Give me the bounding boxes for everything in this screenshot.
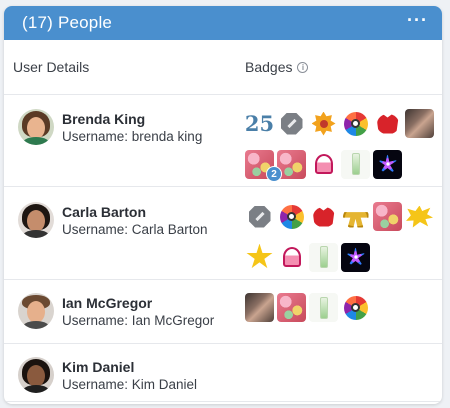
user-details: Kim Daniel Username: Kim Daniel [4, 357, 245, 401]
user-name[interactable]: Ian McGregor [62, 294, 214, 312]
user-username: Username: brenda king [62, 129, 203, 144]
column-header-user-details: User Details [13, 59, 90, 75]
table-header: User Details Badges i [4, 40, 442, 95]
badge-list [245, 357, 435, 401]
user-name[interactable]: Carla Barton [62, 203, 208, 221]
user-username: Username: Carla Barton [62, 222, 208, 237]
red-rose-badge-icon[interactable] [309, 202, 338, 231]
more-badges-count-badge[interactable]: 2 [266, 166, 282, 182]
gray-octagon-badge-icon[interactable] [277, 109, 306, 138]
user-details: Ian McGregor Username: Ian McGregor [4, 293, 245, 343]
panel-header: (17) People ··· [4, 6, 442, 40]
cake-badge-icon[interactable] [309, 149, 338, 179]
purple-burst-badge-icon[interactable] [373, 149, 402, 179]
table-row: Carla Barton Username: Carla Barton [4, 187, 442, 280]
purple-burst-badge-icon[interactable] [341, 242, 370, 272]
user-details: Carla Barton Username: Carla Barton [4, 202, 245, 279]
badge-list [245, 202, 435, 279]
gray-octagon-badge-icon[interactable] [245, 202, 274, 231]
photo-badge-icon[interactable] [245, 293, 274, 322]
table-row: Kim Daniel Username: Kim Daniel [4, 344, 442, 402]
bam-badge-icon[interactable] [405, 202, 434, 231]
red-rose-badge-icon[interactable] [373, 109, 402, 138]
rainbow-flower-badge-icon[interactable] [277, 202, 306, 231]
user-name[interactable]: Brenda King [62, 110, 202, 128]
gold-flower-badge-icon[interactable] [309, 109, 338, 138]
column-header-badges: Badges i [245, 59, 309, 75]
avatar[interactable] [18, 357, 54, 393]
gold-belt-badge-icon[interactable] [341, 202, 370, 231]
badge-list [245, 293, 435, 343]
table-row: Brenda King Username: brenda king 25 [4, 95, 442, 187]
candy-badge-icon[interactable] [277, 293, 306, 322]
rainbow-flower-badge-icon[interactable] [341, 293, 370, 322]
glass-badge-icon[interactable] [309, 293, 338, 322]
badge-25-icon[interactable]: 25 [245, 109, 274, 138]
user-username: Username: Kim Daniel [62, 377, 198, 392]
user-name[interactable]: Kim Daniel [62, 358, 197, 376]
avatar[interactable] [18, 202, 54, 238]
avatar[interactable] [18, 109, 54, 145]
rainbow-flower-badge-icon[interactable] [341, 109, 370, 138]
glass-badge-icon[interactable] [341, 149, 370, 179]
star-badge-icon[interactable] [245, 243, 274, 272]
people-panel: (17) People ··· User Details Badges i Br… [4, 6, 442, 404]
info-icon[interactable]: i [297, 61, 309, 73]
table-row: Ian McGregor Username: Ian McGregor [4, 280, 442, 344]
column-header-badges-label: Badges [245, 59, 293, 75]
avatar[interactable] [18, 293, 54, 329]
panel-title: (17) People [22, 13, 113, 32]
photo-badge-icon[interactable] [405, 109, 434, 138]
glass-badge-icon[interactable] [309, 242, 338, 272]
candy-badge-icon[interactable] [373, 202, 402, 231]
user-username: Username: Ian McGregor [62, 313, 215, 328]
user-details: Brenda King Username: brenda king [4, 109, 245, 186]
more-options-icon[interactable]: ··· [407, 11, 428, 29]
cake-badge-icon[interactable] [277, 242, 306, 272]
